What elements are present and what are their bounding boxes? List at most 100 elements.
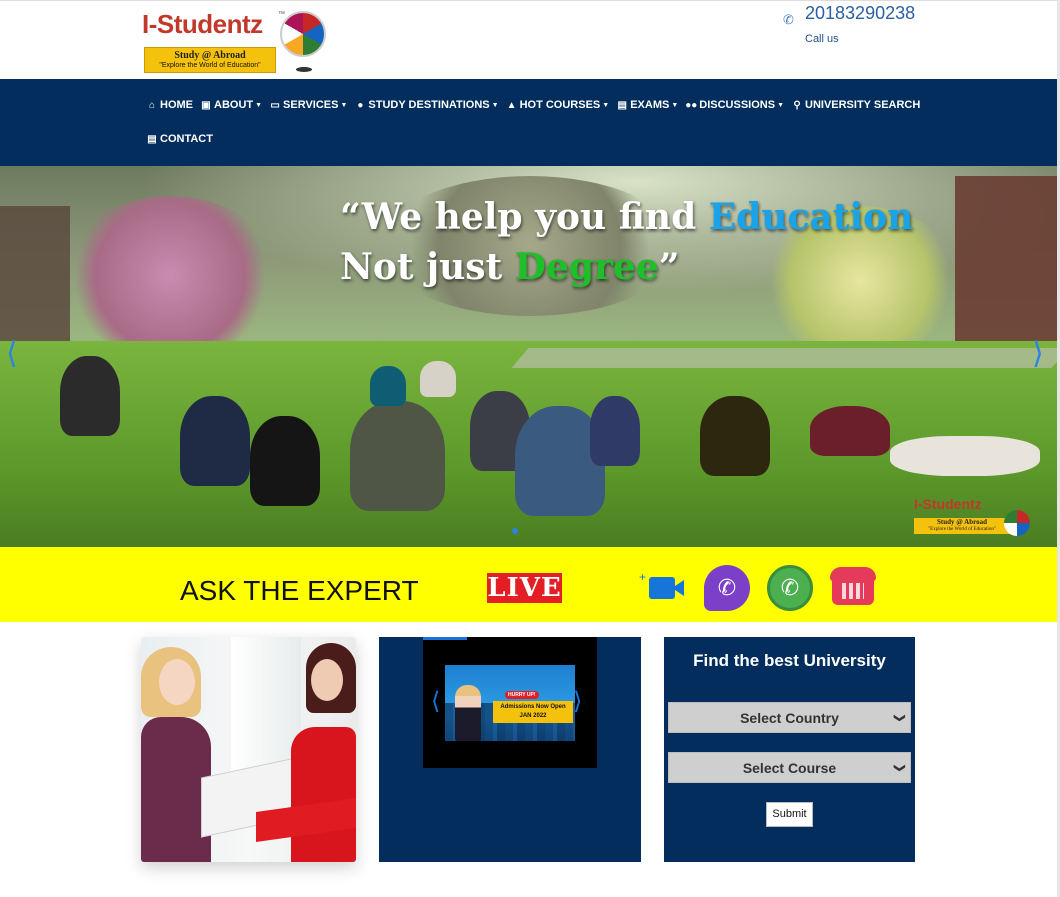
hero-highlight-education: Education (708, 196, 914, 238)
carousel-next-arrow-icon[interactable]: ⟩ (1032, 336, 1044, 371)
telephone-icon[interactable] (830, 565, 876, 605)
hero-student (60, 356, 120, 436)
submit-button[interactable]: Submit (766, 802, 813, 827)
nav-label: HOT COURSES (519, 99, 601, 111)
nav-row-1: ⌂ HOME ▣ ABOUT ▼ ▭ SERVICES ▼ ● STUDY DE… (146, 97, 927, 113)
phone-icon: ✆ (783, 12, 794, 27)
clipboard-icon: ▤ (617, 99, 627, 111)
logo-globe-shadow (296, 67, 312, 72)
folder-icon: ▭ (270, 99, 280, 111)
logo-trademark: ™ (278, 11, 285, 18)
nav-item-hot-courses[interactable]: ▲ HOT COURSES ▼ (506, 97, 617, 113)
nav-item-exams[interactable]: ▤ EXAMS ▼ (616, 97, 685, 113)
hero-path (511, 348, 1060, 368)
logo-tagline-plate: Study @ Abroad "Explore the World of Edu… (144, 47, 276, 73)
nav-row-2: ▤ CONTACT (146, 131, 220, 147)
carousel-indicator-dot[interactable] (512, 528, 518, 534)
nav-item-home[interactable]: ⌂ HOME (146, 97, 200, 113)
site-logo[interactable]: I-Studentz ™ Study @ Abroad "Explore the… (142, 7, 332, 75)
nav-label: EXAMS (630, 99, 670, 111)
photo-counselor-body (291, 727, 356, 862)
video-progress-tab (423, 637, 467, 640)
watermark-plate: Study @ Abroad "Explore the World of Edu… (914, 518, 1010, 534)
watermark-globe-icon (1004, 510, 1030, 536)
hero-student (350, 401, 445, 511)
viber-icon[interactable]: ✆ (704, 565, 750, 611)
chevron-down-icon: ▼ (491, 101, 499, 109)
hero-building-right (955, 176, 1060, 346)
hero-blossom-tree (60, 196, 280, 356)
hurry-badge: HURRY UP! (505, 691, 539, 699)
hero-student (810, 406, 890, 456)
video-prev-arrow-icon[interactable]: ⟨ (431, 687, 440, 715)
video-next-arrow-icon[interactable]: ⟩ (573, 687, 582, 715)
photo-student-face (159, 659, 195, 705)
phone-contact[interactable]: ✆ 20183290238 Call us (783, 3, 983, 53)
nav-label: UNIVERSITY SEARCH (805, 99, 921, 111)
hero-highlight-degree: Degree (514, 246, 659, 288)
watermark-tagline: Study @ Abroad (937, 518, 987, 526)
phone-number[interactable]: 20183290238 (805, 3, 915, 24)
home-icon: ⌂ (148, 99, 156, 111)
nav-item-discussions[interactable]: ●● DISCUSSIONS ▼ (685, 97, 791, 113)
chevron-down-icon: ▼ (255, 101, 263, 109)
admissions-video-panel: HURRY UP! Admissions Now Open JAN 2022 ⟨… (379, 637, 641, 862)
hero-watermark-logo: I-Studentz Study @ Abroad "Explore the W… (912, 496, 1034, 542)
site-header: I-Studentz ™ Study @ Abroad "Explore the… (0, 0, 1060, 79)
info-icon: ▣ (201, 99, 211, 111)
hero-student (250, 416, 320, 506)
video-call-icon[interactable]: + (639, 571, 685, 603)
nav-item-university-search[interactable]: ⚲ UNIVERSITY SEARCH (791, 97, 927, 113)
slide-presenter (455, 685, 481, 741)
globe-icon: ● (357, 99, 364, 111)
nav-item-services[interactable]: ▭ SERVICES ▼ (269, 97, 354, 113)
students-photo (141, 637, 356, 862)
nav-label: CONTACT (160, 133, 213, 145)
carousel-prev-arrow-icon[interactable]: ⟨ (6, 336, 18, 371)
admissions-slide: HURRY UP! Admissions Now Open JAN 2022 (445, 665, 575, 741)
hero-student (180, 396, 250, 486)
hero-student (590, 396, 640, 466)
graduation-cap-icon: ▲ (506, 99, 517, 111)
announcement-line1: Admissions Now Open (500, 704, 566, 710)
chevron-down-icon: ❯ (893, 763, 906, 773)
telephone-keypad (842, 583, 864, 599)
finder-title: Find the best University (693, 651, 886, 670)
main-navigation: ⌂ HOME ▣ ABOUT ▼ ▭ SERVICES ▼ ● STUDY DE… (0, 79, 1060, 166)
nav-item-contact[interactable]: ▤ CONTACT (146, 131, 220, 147)
search-icon: ⚲ (793, 99, 801, 111)
select-course-dropdown[interactable]: Select Course ❯ (668, 752, 911, 783)
logo-brand-text: I-Studentz (142, 9, 263, 39)
chevron-down-icon: ❯ (893, 713, 906, 723)
hero-headline-text: Not just (340, 246, 515, 288)
hero-student (890, 436, 1040, 476)
hero-headline-line2: Not just Degree” (340, 242, 940, 292)
hero-headline-text: “We help you find (340, 196, 709, 238)
chevron-down-icon: ▼ (340, 101, 348, 109)
admissions-announcement: Admissions Now Open JAN 2022 (493, 701, 573, 723)
ask-the-expert-label: ASK THE EXPERT (180, 575, 419, 606)
live-badge[interactable]: LIVE (487, 573, 562, 603)
video-camera-lens (672, 580, 684, 596)
university-finder: Find the best University Select Country … (664, 637, 915, 862)
hero-closing-quote: ” (658, 246, 680, 288)
logo-tagline: Study @ Abroad (174, 50, 246, 61)
nav-item-study-destinations[interactable]: ● STUDY DESTINATIONS ▼ (354, 97, 505, 113)
phone-caption: Call us (805, 33, 839, 45)
ask-the-expert-bar: ASK THE EXPERT LIVE + ✆ ✆ (0, 547, 1060, 622)
nav-label: SERVICES (283, 99, 339, 111)
hero-student (370, 366, 406, 406)
hero-headline-line1: “We help you find Education (340, 192, 940, 242)
announcement-line2: JAN 2022 (519, 713, 547, 719)
watermark-subtagline: "Explore the World of Education" (928, 527, 996, 532)
nav-label: ABOUT (214, 99, 254, 111)
contact-card-icon: ▤ (147, 133, 157, 145)
chevron-down-icon: ▼ (671, 101, 679, 109)
select-country-value: Select Country (740, 710, 839, 726)
logo-subtagline: "Explore the World of Education" (159, 62, 261, 69)
nav-item-about[interactable]: ▣ ABOUT ▼ (200, 97, 269, 113)
select-country-dropdown[interactable]: Select Country ❯ (668, 702, 911, 733)
admissions-video[interactable]: HURRY UP! Admissions Now Open JAN 2022 ⟨… (423, 637, 597, 768)
hero-student (700, 396, 770, 476)
whatsapp-icon[interactable]: ✆ (767, 565, 813, 611)
